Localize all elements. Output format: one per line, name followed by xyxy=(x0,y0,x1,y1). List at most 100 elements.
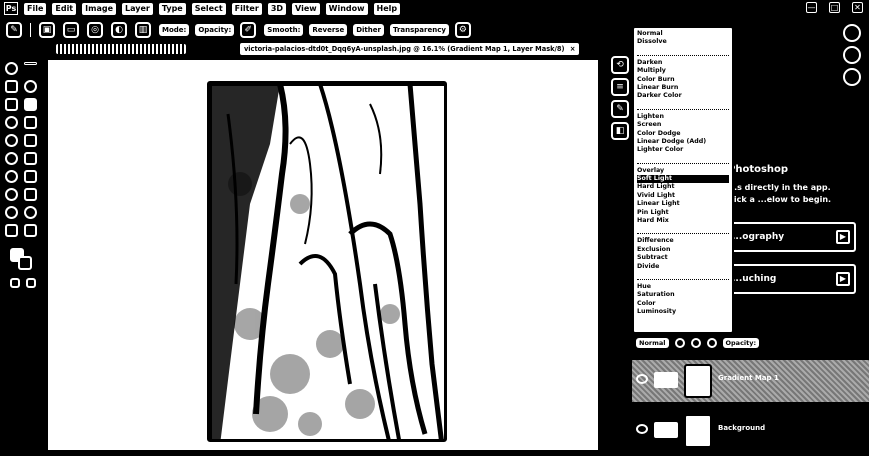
layer-row-background[interactable]: Background xyxy=(632,410,869,452)
menu-3d[interactable]: 3D xyxy=(267,2,287,15)
learn-card-retouching[interactable]: ...uching ▶ xyxy=(718,264,856,294)
menu-view[interactable]: View xyxy=(292,2,320,15)
menu-select[interactable]: Select xyxy=(191,2,226,15)
color-swatch-icon[interactable] xyxy=(843,46,861,64)
blend-mode-option[interactable]: Luminosity xyxy=(637,308,729,316)
eraser-tool-icon[interactable] xyxy=(24,152,37,165)
visibility-eye-icon[interactable] xyxy=(636,374,648,384)
lock-pixels-icon[interactable] xyxy=(674,338,685,348)
move-tool-icon[interactable] xyxy=(5,62,18,75)
gradient-picker-icon[interactable]: ▣ xyxy=(39,22,55,38)
shape-tool-icon[interactable] xyxy=(5,224,18,237)
menu-image[interactable]: Image xyxy=(82,2,117,15)
blend-mode-option[interactable]: Saturation xyxy=(637,291,729,299)
lasso-tool-icon[interactable] xyxy=(24,80,37,93)
linear-gradient-icon[interactable]: ▭ xyxy=(63,22,79,38)
opacity-field[interactable]: Opacity: xyxy=(722,338,760,348)
learn-card-photography[interactable]: ...ography ▶ xyxy=(718,222,856,252)
properties-panel-icon[interactable]: ≡ xyxy=(611,78,629,96)
radial-gradient-icon[interactable]: ◎ xyxy=(87,22,103,38)
background-color-swatch[interactable] xyxy=(18,256,32,270)
marquee-tool-icon[interactable] xyxy=(5,80,18,93)
blend-mode-option[interactable]: Linear Light xyxy=(637,200,729,208)
menu-window[interactable]: Window xyxy=(325,2,368,15)
blend-mode-dropdown-list[interactable]: Normal Dissolve Darken Multiply Color Burn Li… xyxy=(632,26,734,334)
blend-mode-option[interactable]: Linear Burn xyxy=(637,84,729,92)
blend-mode-option[interactable]: Vivid Light xyxy=(637,192,729,200)
blend-mode-option[interactable]: Color Burn xyxy=(637,76,729,84)
menu-file[interactable]: File xyxy=(24,2,47,15)
clone-stamp-tool-icon[interactable] xyxy=(24,134,37,147)
menu-type[interactable]: Type xyxy=(158,2,186,15)
angle-gradient-icon[interactable]: ◐ xyxy=(111,22,127,38)
blend-mode-option[interactable]: Hue xyxy=(637,283,729,291)
blend-mode-option[interactable]: Linear Dodge (Add) xyxy=(637,138,729,146)
layer-row-gradient-map[interactable]: Gradient Map 1 xyxy=(632,360,869,402)
smooth-field[interactable]: Smooth: xyxy=(264,24,304,36)
blend-mode-option[interactable]: Hard Light xyxy=(637,183,729,191)
blend-mode-select[interactable]: Normal xyxy=(636,338,669,348)
brush-panel-icon[interactable]: ✎ xyxy=(611,100,629,118)
lock-position-icon[interactable] xyxy=(690,338,701,348)
pen-tool-icon[interactable] xyxy=(24,188,37,201)
tab-inactive[interactable] xyxy=(56,44,186,54)
type-tool-icon[interactable] xyxy=(5,206,18,219)
hand-tool-icon[interactable] xyxy=(24,224,37,237)
history-brush-tool-icon[interactable] xyxy=(5,152,18,165)
layer-mask-thumbnail[interactable] xyxy=(684,364,712,398)
close-button[interactable]: ✕ xyxy=(852,2,863,13)
dodge-tool-icon[interactable] xyxy=(5,188,18,201)
eyedropper-tool-icon[interactable] xyxy=(5,116,18,129)
color-swatch-icon[interactable] xyxy=(843,68,861,86)
blend-mode-option[interactable]: Screen xyxy=(637,121,729,129)
reflected-gradient-icon[interactable]: ▥ xyxy=(135,22,151,38)
history-panel-icon[interactable]: ⟲ xyxy=(611,56,629,74)
blend-mode-option[interactable]: Dissolve xyxy=(637,38,729,46)
layer-thumbnail[interactable] xyxy=(684,414,712,448)
blur-tool-icon[interactable] xyxy=(24,170,37,183)
menu-layer[interactable]: Layer xyxy=(122,2,153,15)
crop-tool-icon[interactable] xyxy=(24,98,37,111)
toolbar-collapse-icon[interactable] xyxy=(24,62,37,65)
blend-mode-option[interactable]: Darken xyxy=(637,59,729,67)
blend-mode-option[interactable]: Lighten xyxy=(637,113,729,121)
mode-dropdown[interactable]: Mode: xyxy=(159,24,190,36)
document-image[interactable] xyxy=(207,81,447,442)
gradient-tool-icon[interactable]: ✎ xyxy=(6,22,22,38)
blend-mode-option[interactable]: Divide xyxy=(637,263,729,271)
brush-tool-icon[interactable] xyxy=(5,134,18,147)
reverse-checkbox[interactable]: Reverse xyxy=(309,24,348,36)
transparency-checkbox[interactable]: Transparency xyxy=(389,24,449,36)
blend-mode-option[interactable]: Hard Mix xyxy=(637,217,729,225)
path-select-tool-icon[interactable] xyxy=(24,206,37,219)
blend-mode-option[interactable]: Overlay xyxy=(637,167,729,175)
blend-mode-option[interactable]: Difference xyxy=(637,237,729,245)
settings-icon[interactable]: ⚙ xyxy=(454,22,471,38)
gradient-tool-icon[interactable] xyxy=(5,170,18,183)
menu-edit[interactable]: Edit xyxy=(52,2,77,15)
minimize-button[interactable]: — xyxy=(806,2,817,13)
quick-select-tool-icon[interactable] xyxy=(5,98,18,111)
healing-brush-tool-icon[interactable] xyxy=(24,116,37,129)
tab-close-icon[interactable]: × xyxy=(570,45,576,53)
visibility-eye-icon[interactable] xyxy=(636,424,648,434)
menu-help[interactable]: Help xyxy=(373,2,401,15)
color-swatch-icon[interactable] xyxy=(843,24,861,42)
menu-filter[interactable]: Filter xyxy=(231,2,262,15)
screen-mode-icon[interactable] xyxy=(26,278,36,288)
dither-checkbox[interactable]: Dither xyxy=(353,24,384,36)
blend-mode-option[interactable]: Lighter Color xyxy=(637,146,729,154)
blend-mode-option[interactable]: Normal xyxy=(637,30,729,38)
blend-mode-option[interactable]: Pin Light xyxy=(637,209,729,217)
tab-active-document[interactable]: victoria-palacios-dtd0t_Dqq6yA-unsplash.… xyxy=(240,43,580,55)
maximize-button[interactable]: □ xyxy=(829,2,840,13)
canvas-background[interactable] xyxy=(48,60,598,450)
quick-mask-icon[interactable] xyxy=(10,278,20,288)
blend-mode-option[interactable]: Subtract xyxy=(637,254,729,262)
opacity-field[interactable]: Opacity: xyxy=(195,24,235,36)
lock-all-icon[interactable] xyxy=(706,338,717,348)
pressure-icon[interactable]: ✐ xyxy=(240,22,257,38)
blend-mode-option[interactable]: Soft Light xyxy=(637,175,729,184)
adjustments-panel-icon[interactable]: ◧ xyxy=(611,122,629,140)
blend-mode-option[interactable]: Color Dodge xyxy=(637,130,729,138)
